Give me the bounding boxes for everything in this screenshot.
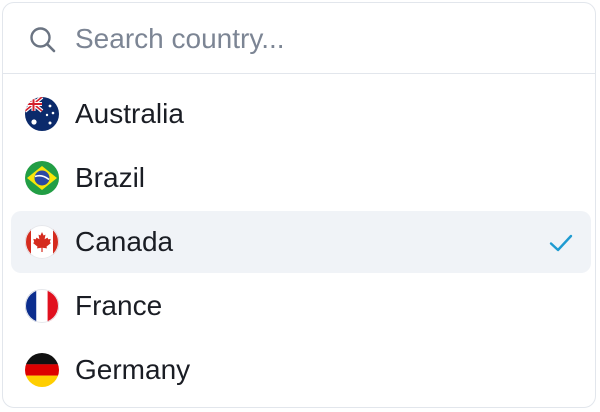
- country-label: Brazil: [75, 162, 146, 193]
- search-input[interactable]: [75, 17, 555, 61]
- australia-flag-icon: [25, 97, 59, 131]
- country-label: Germany: [75, 354, 191, 385]
- france-flag-icon: [25, 289, 59, 323]
- search-bar: [3, 3, 595, 74]
- country-select-dropdown: Australia Brazil: [2, 2, 596, 408]
- country-label: Australia: [75, 98, 184, 129]
- country-option-australia[interactable]: Australia: [11, 83, 591, 145]
- germany-flag-icon: [25, 353, 59, 387]
- country-label: France: [75, 290, 163, 321]
- country-label: Canada: [75, 226, 174, 257]
- brazil-flag-icon: [25, 161, 59, 195]
- country-option-brazil[interactable]: Brazil: [11, 147, 591, 209]
- country-option-germany[interactable]: Germany: [11, 339, 591, 401]
- canada-flag-icon: [25, 225, 59, 259]
- country-option-france[interactable]: France: [11, 275, 591, 337]
- country-option-canada[interactable]: Canada: [11, 211, 591, 273]
- check-icon: [549, 234, 573, 252]
- search-icon: [30, 27, 56, 53]
